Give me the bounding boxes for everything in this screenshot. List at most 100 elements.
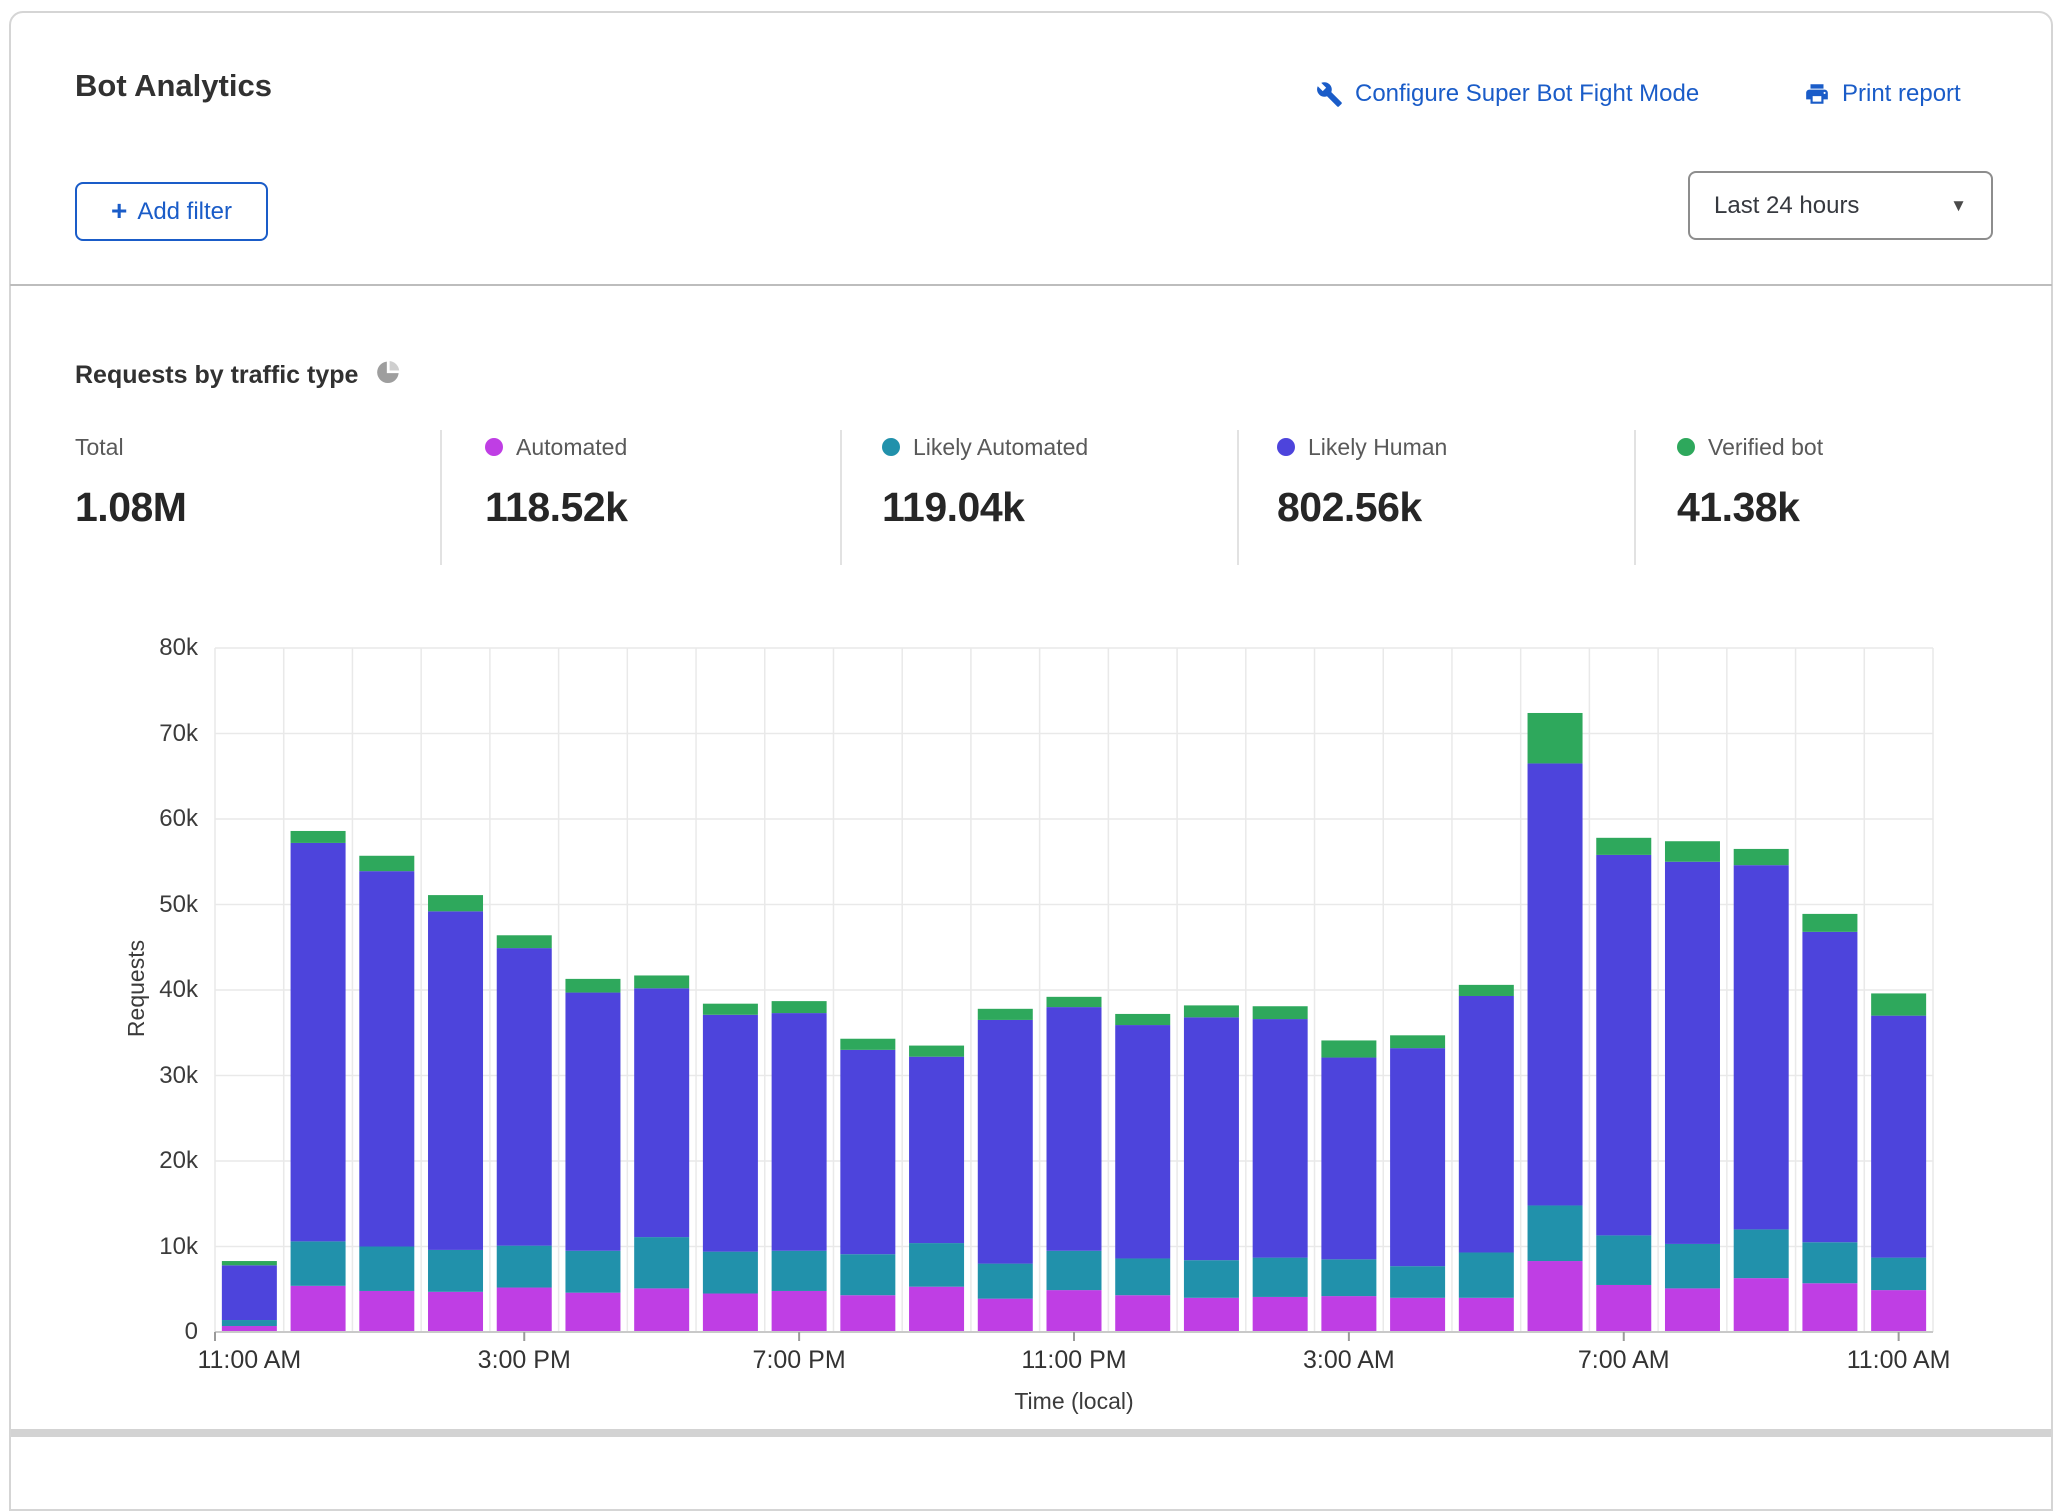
bar-segment-automated[interactable] — [497, 1288, 552, 1332]
bar-segment-verified_bot[interactable] — [1596, 838, 1651, 855]
bar-segment-verified_bot[interactable] — [1390, 1035, 1445, 1048]
bar-segment-automated[interactable] — [291, 1286, 346, 1332]
bar-segment-automated[interactable] — [1802, 1283, 1857, 1332]
bar-segment-likely_automated[interactable] — [1734, 1229, 1789, 1278]
bar-segment-verified_bot[interactable] — [1528, 713, 1583, 763]
bar-segment-likely_human[interactable] — [1321, 1058, 1376, 1260]
bar-segment-likely_human[interactable] — [1734, 865, 1789, 1229]
bar-segment-automated[interactable] — [1047, 1290, 1102, 1332]
bar-segment-automated[interactable] — [1115, 1295, 1170, 1332]
bar-segment-automated[interactable] — [772, 1291, 827, 1332]
bar-segment-likely_automated[interactable] — [909, 1243, 964, 1287]
bar-8-00-AM[interactable] — [1665, 841, 1720, 1332]
bar-segment-likely_human[interactable] — [703, 1015, 758, 1252]
stat-verified-bot[interactable]: Verified bot 41.38k — [1677, 432, 1823, 531]
bar-segment-likely_human[interactable] — [978, 1020, 1033, 1264]
bar-segment-automated[interactable] — [1459, 1298, 1514, 1332]
bar-segment-automated[interactable] — [1184, 1298, 1239, 1332]
bar-segment-automated[interactable] — [428, 1292, 483, 1332]
bar-3-00-AM[interactable] — [1321, 1040, 1376, 1332]
bar-11-00-AM[interactable] — [1871, 993, 1926, 1332]
bar-segment-automated[interactable] — [703, 1294, 758, 1332]
bar-segment-likely_human[interactable] — [1528, 763, 1583, 1205]
bar-segment-verified_bot[interactable] — [909, 1046, 964, 1057]
bar-segment-verified_bot[interactable] — [497, 935, 552, 948]
bar-segment-verified_bot[interactable] — [634, 975, 689, 988]
bar-segment-automated[interactable] — [634, 1288, 689, 1332]
bar-segment-likely_automated[interactable] — [1665, 1244, 1720, 1288]
bar-segment-automated[interactable] — [1871, 1290, 1926, 1332]
bar-segment-likely_human[interactable] — [291, 843, 346, 1241]
bar-segment-verified_bot[interactable] — [428, 895, 483, 911]
bar-9-00-AM[interactable] — [1734, 849, 1789, 1332]
bar-segment-likely_human[interactable] — [840, 1050, 895, 1254]
bar-segment-likely_human[interactable] — [1253, 1019, 1308, 1258]
bar-segment-likely_human[interactable] — [1459, 996, 1514, 1253]
bar-3-00-PM[interactable] — [497, 935, 552, 1332]
bar-8-00-PM[interactable] — [840, 1039, 895, 1332]
bar-segment-automated[interactable] — [1321, 1296, 1376, 1332]
bar-segment-likely_automated[interactable] — [1459, 1252, 1514, 1297]
print-report-link[interactable]: Print report — [1804, 80, 1961, 108]
bar-6-00-AM[interactable] — [1528, 713, 1583, 1332]
bar-1-00-AM[interactable] — [1184, 1005, 1239, 1332]
bar-segment-likely_automated[interactable] — [1184, 1260, 1239, 1298]
bar-segment-automated[interactable] — [1253, 1297, 1308, 1332]
bar-11-00-PM[interactable] — [1047, 997, 1102, 1332]
stat-likely-automated[interactable]: Likely Automated 119.04k — [882, 432, 1088, 531]
bar-7-00-PM[interactable] — [772, 1001, 827, 1332]
bar-segment-likely_human[interactable] — [222, 1265, 277, 1320]
bar-segment-likely_automated[interactable] — [978, 1264, 1033, 1299]
bar-segment-likely_human[interactable] — [497, 948, 552, 1246]
bar-segment-likely_automated[interactable] — [1390, 1266, 1445, 1298]
bar-segment-likely_human[interactable] — [1665, 862, 1720, 1244]
bar-5-00-PM[interactable] — [634, 975, 689, 1332]
bar-10-00-PM[interactable] — [978, 1009, 1033, 1332]
bar-segment-verified_bot[interactable] — [703, 1004, 758, 1015]
bar-11-00-AM[interactable] — [222, 1261, 277, 1332]
stat-automated[interactable]: Automated 118.52k — [485, 432, 627, 531]
bar-segment-likely_automated[interactable] — [291, 1241, 346, 1285]
bar-segment-verified_bot[interactable] — [1871, 993, 1926, 1015]
bar-7-00-AM[interactable] — [1596, 838, 1651, 1332]
bar-segment-verified_bot[interactable] — [1321, 1040, 1376, 1057]
bar-2-00-PM[interactable] — [428, 895, 483, 1332]
bar-2-00-AM[interactable] — [1253, 1006, 1308, 1332]
bar-segment-likely_automated[interactable] — [359, 1247, 414, 1291]
bar-segment-automated[interactable] — [840, 1295, 895, 1332]
bar-12-00-AM[interactable] — [1115, 1014, 1170, 1332]
bar-segment-verified_bot[interactable] — [1459, 985, 1514, 996]
bar-segment-automated[interactable] — [978, 1299, 1033, 1332]
bar-segment-verified_bot[interactable] — [565, 979, 620, 993]
bar-segment-verified_bot[interactable] — [978, 1009, 1033, 1020]
bar-segment-likely_human[interactable] — [359, 871, 414, 1246]
bar-segment-likely_human[interactable] — [1802, 932, 1857, 1242]
bar-segment-verified_bot[interactable] — [772, 1001, 827, 1013]
bar-5-00-AM[interactable] — [1459, 985, 1514, 1332]
bar-segment-verified_bot[interactable] — [1665, 841, 1720, 862]
bar-segment-automated[interactable] — [909, 1287, 964, 1332]
bar-segment-automated[interactable] — [1390, 1298, 1445, 1332]
bar-segment-likely_human[interactable] — [634, 988, 689, 1237]
bar-10-00-AM[interactable] — [1802, 914, 1857, 1332]
bar-segment-automated[interactable] — [1596, 1285, 1651, 1332]
bar-segment-likely_human[interactable] — [1047, 1007, 1102, 1251]
bar-segment-verified_bot[interactable] — [1802, 914, 1857, 932]
bar-segment-automated[interactable] — [1734, 1278, 1789, 1332]
bar-segment-likely_automated[interactable] — [772, 1251, 827, 1291]
bar-segment-likely_human[interactable] — [1184, 1017, 1239, 1260]
bar-segment-likely_automated[interactable] — [703, 1252, 758, 1294]
bar-4-00-PM[interactable] — [565, 979, 620, 1332]
bar-segment-likely_human[interactable] — [565, 993, 620, 1251]
bar-segment-likely_human[interactable] — [909, 1057, 964, 1243]
bar-segment-likely_automated[interactable] — [1528, 1205, 1583, 1261]
bar-segment-likely_human[interactable] — [1390, 1048, 1445, 1266]
stat-likely-human[interactable]: Likely Human 802.56k — [1277, 432, 1447, 531]
bar-segment-verified_bot[interactable] — [291, 831, 346, 843]
bar-segment-likely_automated[interactable] — [634, 1237, 689, 1288]
bar-segment-likely_automated[interactable] — [565, 1251, 620, 1293]
bar-1-00-PM[interactable] — [359, 856, 414, 1332]
bar-segment-likely_human[interactable] — [772, 1013, 827, 1251]
bar-segment-likely_human[interactable] — [1596, 855, 1651, 1235]
configure-super-bot-fight-mode-link[interactable]: Configure Super Bot Fight Mode — [1316, 80, 1699, 108]
